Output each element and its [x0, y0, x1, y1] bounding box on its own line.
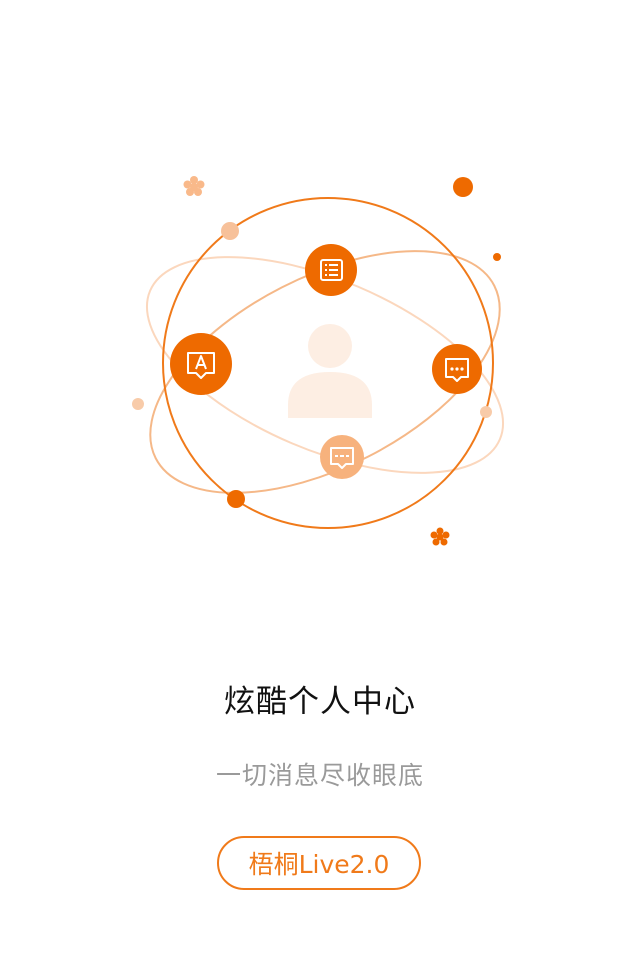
subtitle-a-icon: [170, 333, 232, 395]
decor-dot: [453, 177, 473, 197]
feature-illustration: [132, 176, 505, 546]
flower-sparkle-icon: [430, 527, 450, 546]
decor-dot: [493, 253, 501, 261]
decor-dot: [227, 490, 245, 508]
list-icon: [305, 244, 357, 296]
user-avatar-icon: [288, 324, 372, 418]
chat-lines-icon: [320, 435, 364, 479]
feature-title: 炫酷个人中心: [224, 684, 416, 720]
message-dots-icon: [432, 344, 482, 394]
decor-dot: [221, 222, 239, 240]
feature-subtitle: 一切消息尽收眼底: [215, 761, 424, 790]
brand-button[interactable]: 梧桐Live2.0: [217, 836, 421, 890]
decor-dot: [480, 406, 492, 418]
decor-dot: [132, 398, 144, 410]
flower-sparkle-icon: [183, 176, 205, 196]
